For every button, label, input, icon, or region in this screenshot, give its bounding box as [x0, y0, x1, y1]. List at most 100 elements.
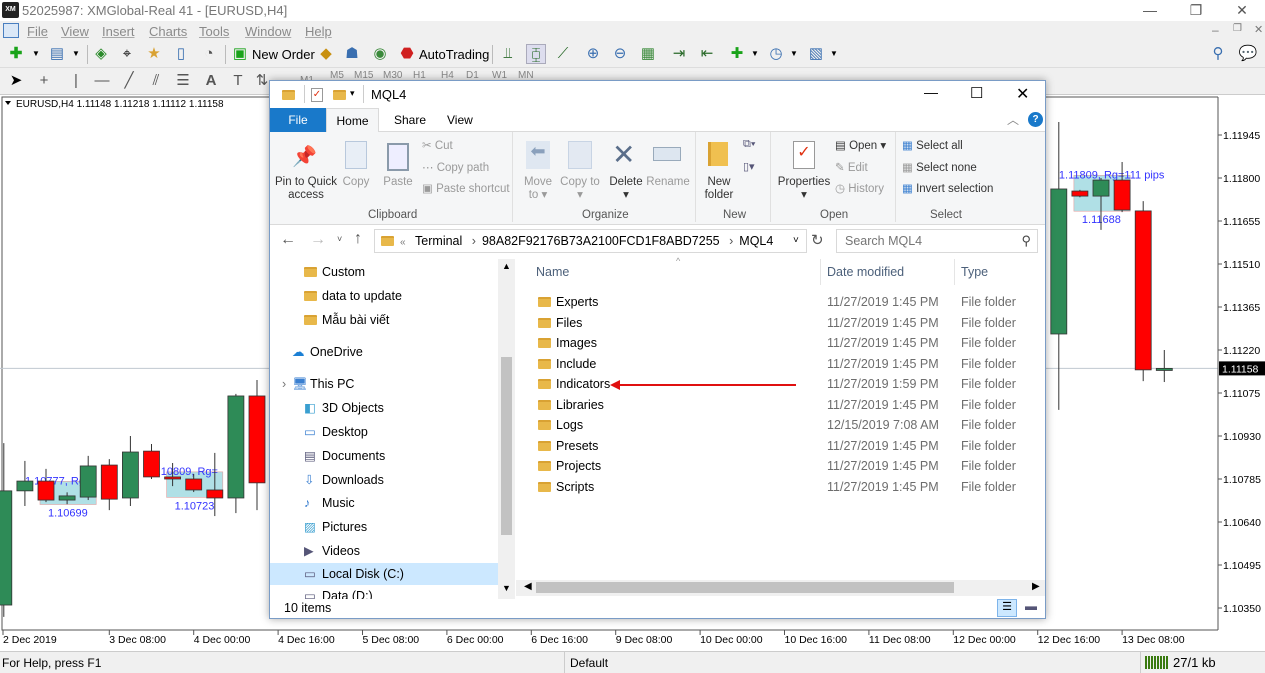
autotrading-icon[interactable]: ⬣ — [397, 44, 417, 64]
new-item-button[interactable]: ⧉▾ — [743, 138, 755, 151]
restore-button[interactable]: ❐ — [1173, 0, 1219, 21]
data-window-icon[interactable]: ⌖ — [117, 44, 137, 64]
text-icon[interactable]: A — [201, 71, 221, 91]
bar-chart-icon[interactable]: ⫫ — [498, 44, 518, 64]
dropdown-icon[interactable]: ▼ — [66, 44, 86, 64]
move-to-button[interactable]: Move to ▾ — [518, 176, 558, 202]
select-all-button[interactable]: ▦ Select all — [902, 140, 963, 153]
file-row[interactable]: Logs 12/15/2019 7:08 AM File folder — [516, 415, 1036, 435]
nav-item[interactable]: ▨ Pictures — [270, 516, 498, 538]
explorer-maximize-button[interactable]: ☐ — [970, 84, 983, 102]
explorer-close-button[interactable]: ✕ — [1016, 84, 1029, 104]
metaeditor-icon[interactable]: ◆ — [316, 44, 336, 64]
text-label-icon[interactable]: T — [228, 71, 248, 91]
copy-button[interactable]: Copy — [340, 176, 372, 189]
child-close-button[interactable]: ✕ — [1254, 23, 1263, 36]
file-row[interactable]: Projects 11/27/2019 1:45 PM File folder — [516, 456, 1036, 476]
nav-item[interactable]: ☁ OneDrive — [270, 341, 498, 363]
strategy-tester-icon[interactable]: ◔ — [199, 44, 219, 64]
explorer-minimize-button[interactable]: — — [924, 84, 938, 100]
breadcrumb-id[interactable]: 98A82F92176B73A2100FCD1F8ABD7255 — [482, 234, 720, 248]
easy-access-button[interactable]: ▯▾ — [743, 160, 755, 173]
file-row[interactable]: Files 11/27/2019 1:45 PM File folder — [516, 313, 1036, 333]
nav-item[interactable]: ◧ 3D Objects — [270, 397, 498, 419]
history-button[interactable]: ◷ History — [835, 183, 884, 196]
select-none-button[interactable]: ▦ Select none — [902, 162, 977, 175]
file-row[interactable]: Include 11/27/2019 1:45 PM File folder — [516, 354, 1036, 374]
file-row[interactable]: Libraries 11/27/2019 1:45 PM File folder — [516, 395, 1036, 415]
paste-button[interactable]: Paste — [380, 176, 416, 189]
periods-icon[interactable]: ◷ — [766, 44, 786, 64]
nav-item[interactable]: ▭ Data (D:) — [270, 585, 498, 599]
address-dropdown-icon[interactable]: ˅ — [793, 230, 799, 252]
paste-shortcut-button[interactable]: ▣ Paste shortcut — [422, 183, 510, 196]
menu-help[interactable]: Help — [305, 24, 332, 39]
search-icon[interactable]: ⚲ — [1208, 44, 1228, 64]
column-name[interactable]: Name — [536, 265, 569, 279]
new-chart-icon[interactable]: ✚ — [6, 44, 26, 64]
nav-item[interactable]: ▭ Local Disk (C:) — [270, 563, 498, 585]
menu-view[interactable]: View — [61, 24, 89, 39]
delete-button[interactable]: Delete ▾ — [606, 176, 646, 202]
back-button[interactable]: ← — [280, 231, 296, 249]
customize-quick-access-icon[interactable]: ▾ — [350, 88, 355, 99]
details-view-button[interactable]: ☰ — [997, 599, 1017, 617]
close-button[interactable]: ✕ — [1219, 0, 1265, 21]
edit-button[interactable]: ✎ Edit — [835, 162, 868, 175]
equidistant-channel-icon[interactable]: ⫽ — [146, 71, 166, 91]
crosshair-icon[interactable]: + — [34, 71, 54, 91]
new-order-icon[interactable]: ▣ — [230, 44, 250, 64]
rename-button[interactable]: Rename — [646, 176, 690, 189]
minimize-button[interactable]: — — [1127, 0, 1173, 21]
nav-scrollbar[interactable]: ▲ ▼ — [498, 259, 515, 599]
tab-view[interactable]: View — [447, 113, 473, 127]
dropdown-icon[interactable]: ▼ — [824, 44, 844, 64]
navigator-icon[interactable]: ★ — [144, 44, 164, 64]
menu-insert[interactable]: Insert — [102, 24, 135, 39]
zoom-out-icon[interactable]: ⊖ — [610, 44, 630, 64]
nav-item[interactable]: ▶ Videos — [270, 540, 498, 562]
open-button[interactable]: ▤ Open ▾ — [835, 140, 886, 153]
cursor-icon[interactable]: ➤ — [6, 71, 26, 91]
new-folder-quick-icon[interactable] — [333, 90, 346, 100]
chat-icon[interactable]: 💬 — [1238, 44, 1258, 64]
cut-button[interactable]: ✂ Cut — [422, 140, 453, 153]
line-chart-icon[interactable]: ⟋ — [553, 44, 573, 64]
new-folder-button[interactable]: New folder — [700, 176, 738, 202]
nav-item[interactable]: data to update — [270, 285, 498, 307]
file-row[interactable]: Images 11/27/2019 1:45 PM File folder — [516, 333, 1036, 353]
properties-quick-icon[interactable]: ✓ — [311, 88, 323, 102]
vertical-line-icon[interactable]: | — [66, 71, 86, 91]
indicators-icon[interactable]: ✚ — [727, 44, 747, 64]
search-box[interactable]: ⚲ — [836, 229, 1038, 253]
address-bar[interactable]: « Terminal › 98A82F92176B73A2100FCD1F8ABD… — [374, 229, 807, 253]
tab-file[interactable]: File — [270, 108, 326, 132]
dropdown-icon[interactable]: ▼ — [784, 44, 804, 64]
profiles-icon[interactable]: ▤ — [47, 44, 67, 64]
tile-windows-icon[interactable]: ▦ — [638, 44, 658, 64]
invert-selection-button[interactable]: ▦ Invert selection — [902, 183, 993, 196]
child-restore-button[interactable]: ❐ — [1233, 23, 1242, 34]
templates-icon[interactable]: ▧ — [806, 44, 826, 64]
new-order-button[interactable]: New Order — [252, 47, 315, 62]
child-minimize-button[interactable]: – — [1212, 23, 1219, 37]
copy-to-button[interactable]: Copy to ▾ — [560, 176, 600, 202]
terminal-icon[interactable]: ▯ — [171, 44, 191, 64]
candlestick-chart-icon[interactable]: ⧮ — [526, 44, 546, 64]
file-row[interactable]: Scripts 11/27/2019 1:45 PM File folder — [516, 477, 1036, 497]
horizontal-line-icon[interactable]: — — [92, 71, 112, 91]
menu-tools[interactable]: Tools — [199, 24, 229, 39]
file-row[interactable]: Presets 11/27/2019 1:45 PM File folder — [516, 436, 1036, 456]
up-button[interactable]: ↑ — [354, 230, 362, 248]
nav-item[interactable]: ⇩ Downloads — [270, 469, 498, 491]
fibonacci-icon[interactable]: ☰ — [173, 71, 193, 91]
nav-item[interactable]: Custom — [270, 261, 498, 283]
nav-item[interactable]: ▤ Documents — [270, 445, 498, 467]
horizontal-scrollbar[interactable]: ◀ ▶ — [516, 580, 1045, 596]
signals-icon[interactable]: ☗ — [342, 44, 362, 64]
chart-shift-icon[interactable]: ⇥ — [669, 44, 689, 64]
forward-button[interactable]: → — [310, 231, 326, 249]
trendline-icon[interactable]: ╱ — [119, 71, 139, 91]
dropdown-icon[interactable]: ▼ — [26, 44, 46, 64]
market-watch-icon[interactable]: ◈ — [91, 44, 111, 64]
